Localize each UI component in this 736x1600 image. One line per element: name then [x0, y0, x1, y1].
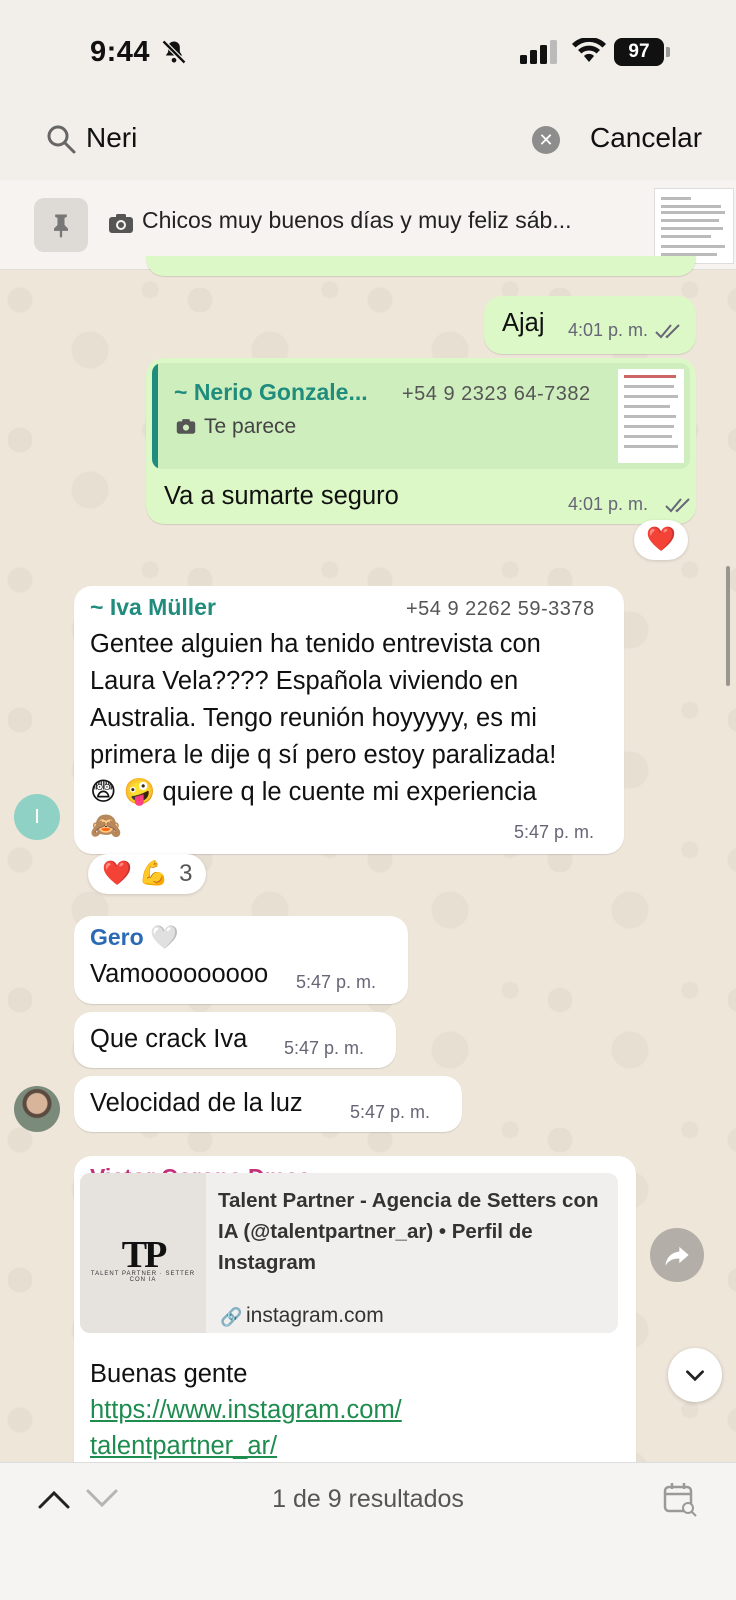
reaction-emojis: ❤️ 💪 — [102, 860, 169, 887]
bell-off-icon — [161, 39, 187, 65]
results-count: 1 de 9 resultados — [272, 1485, 464, 1513]
search-input[interactable]: Neri — [86, 122, 137, 154]
quoted-phone: +54 9 2323 64-7382 — [402, 383, 591, 405]
message-bubble-incoming[interactable]: Gero 🤍 Vamooooooooo 5:47 p. m. — [74, 916, 408, 1004]
pin-icon — [34, 198, 88, 252]
message-text: Va a sumarte seguro — [164, 482, 399, 510]
message-bubble-incoming[interactable]: ~ Iva Müller +54 9 2262 59-3378 Gentee a… — [74, 586, 624, 854]
message-reactions[interactable]: ❤️ 💪 3 — [88, 854, 207, 894]
wifi-icon — [572, 38, 606, 62]
camera-icon — [176, 419, 196, 434]
message-line: primera le dije q sí pero estoy paraliza… — [90, 741, 557, 769]
link-preview-thumbnail: TP TALENT PARTNER · SETTER CON IA — [80, 1173, 206, 1333]
message-text: Ajaj — [502, 309, 545, 337]
search-results-bar: 1 de 9 resultados — [0, 1462, 736, 1600]
message-line: 😨 🤪 quiere q le cuente mi experiencia — [90, 778, 537, 806]
message-sender: Gero 🤍 — [90, 924, 179, 950]
message-reaction[interactable]: ❤️ — [634, 520, 688, 560]
message-time: 4:01 p. m. — [568, 494, 649, 514]
sender-phone: +54 9 2262 59-3378 — [406, 598, 595, 620]
quote-accent-bar — [152, 363, 158, 469]
clear-search-icon[interactable]: ✕ — [532, 126, 560, 154]
forward-icon — [665, 1246, 689, 1266]
battery-indicator: 97 — [614, 38, 664, 66]
camera-icon — [109, 214, 133, 233]
read-receipt-icon — [665, 498, 690, 513]
quoted-thumbnail — [618, 369, 684, 463]
forward-button[interactable] — [650, 1228, 704, 1282]
message-time: 5:47 p. m. — [296, 972, 377, 992]
status-bar: 9:44 97 — [0, 0, 736, 100]
message-line: Australia. Tengo reunión hoyyyyy, es mi — [90, 704, 537, 732]
message-bubble-incoming[interactable]: Que crack Iva 5:47 p. m. — [74, 1012, 396, 1068]
read-receipt-icon — [655, 324, 680, 339]
message-line: Laura Vela???? Española viviendo en — [90, 667, 519, 695]
message-text: Buenas gente — [90, 1360, 248, 1388]
scrollbar[interactable] — [726, 566, 730, 686]
heart-reaction-icon: ❤️ — [646, 526, 676, 553]
message-line: 🙈 — [90, 812, 122, 840]
pinned-thumbnail — [654, 188, 734, 264]
message-bubble-outgoing[interactable]: Ajaj 4:01 p. m. — [484, 296, 696, 354]
link-preview-title: Talent Partner - Agencia de Setters con … — [218, 1189, 599, 1274]
battery-tip — [666, 47, 670, 57]
search-icon — [47, 125, 76, 154]
link-preview-domain: instagram.com — [246, 1304, 384, 1327]
message-url-link[interactable]: https://www.instagram.com/ — [90, 1392, 402, 1428]
message-bubble-incoming[interactable]: Velocidad de la luz 5:47 p. m. — [74, 1076, 462, 1132]
link-icon: 🔗 — [220, 1307, 243, 1327]
chevron-down-icon — [686, 1370, 704, 1382]
search-header: Neri ✕ Cancelar — [0, 100, 736, 180]
pinned-message-text: Chicos muy buenos días y muy feliz sáb..… — [142, 207, 572, 233]
message-text: Que crack Iva — [90, 1025, 248, 1053]
quoted-message[interactable]: ~ Nerio Gonzale... +54 9 2323 64-7382 Te… — [152, 363, 690, 469]
avatar[interactable] — [14, 1086, 60, 1132]
message-sender: ~ Iva Müller — [90, 594, 216, 620]
message-time: 5:47 p. m. — [350, 1102, 431, 1122]
message-time: 5:47 p. m. — [284, 1038, 365, 1058]
signal-icon — [520, 40, 557, 64]
cancel-button[interactable]: Cancelar — [590, 122, 702, 154]
scroll-to-bottom-button[interactable] — [668, 1348, 722, 1402]
quoted-caption: Te parece — [204, 415, 297, 438]
message-text: Velocidad de la luz — [90, 1089, 303, 1117]
link-preview-card[interactable]: TP TALENT PARTNER · SETTER CON IA Talent… — [80, 1173, 618, 1333]
message-text: Vamooooooooo — [90, 960, 269, 988]
status-time: 9:44 — [90, 36, 151, 68]
calendar-search-icon[interactable] — [662, 1481, 698, 1517]
quoted-sender: ~ Nerio Gonzale... — [174, 379, 368, 405]
message-line: Gentee alguien ha tenido entrevista con — [90, 630, 541, 658]
talent-partner-logo-subtitle: TALENT PARTNER · SETTER CON IA — [90, 1271, 196, 1283]
message-time: 4:01 p. m. — [568, 320, 649, 340]
message-url-link[interactable]: talentpartner_ar/ — [90, 1428, 277, 1464]
message-bubble-partial[interactable] — [146, 256, 696, 276]
message-time: 5:47 p. m. — [514, 822, 595, 842]
reaction-count: 3 — [179, 860, 193, 887]
avatar[interactable]: I — [14, 794, 60, 840]
